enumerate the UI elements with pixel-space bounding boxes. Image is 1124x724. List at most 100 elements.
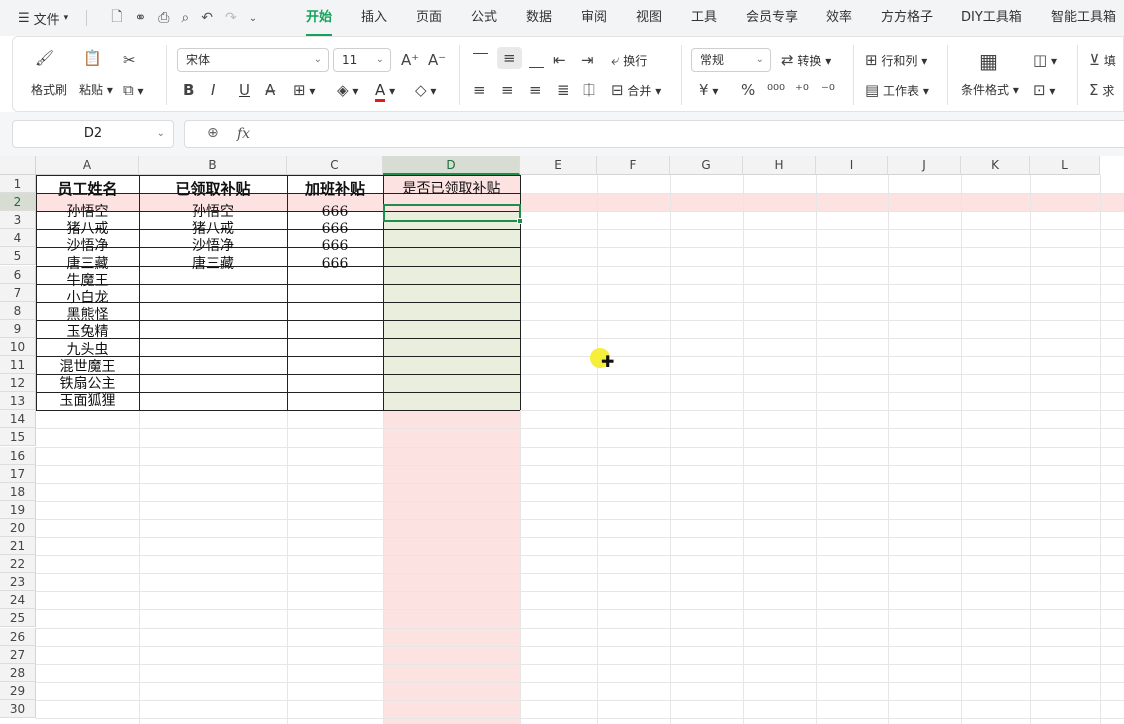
formula-input[interactable]: ⊕ fx — [184, 120, 1124, 148]
table-cell[interactable]: 猪八戒 — [36, 221, 139, 238]
table-cell[interactable] — [287, 290, 383, 307]
table-cell[interactable] — [383, 324, 520, 341]
spreadsheet-grid[interactable]: A B C D E F G H I J K L 1 2 3 4 5 6 7 8 9 10 11 12 13 14 15 16 17 18 1… — [0, 156, 1124, 724]
align-bottom-icon[interactable]: ⎽ — [529, 51, 544, 69]
row-header-8[interactable]: 8 — [0, 301, 36, 320]
tab-9[interactable]: 效率 — [826, 0, 852, 36]
thousands-icon[interactable]: ⁰⁰⁰ — [767, 81, 785, 99]
table-cell[interactable] — [287, 376, 383, 393]
distribute-icon[interactable]: ⎅ — [583, 81, 595, 99]
redo-icon[interactable]: ↷ — [225, 10, 237, 26]
table-cell[interactable] — [383, 393, 520, 410]
name-box[interactable]: D2 ⌄ — [12, 120, 174, 148]
wrap-text-button[interactable]: ⤶ 换行 — [611, 51, 647, 69]
column-header-G[interactable]: G — [670, 156, 743, 175]
table-cell[interactable]: 牛魔王 — [36, 273, 139, 290]
table-cell[interactable] — [139, 393, 287, 410]
row-header-24[interactable]: 24 — [0, 591, 36, 610]
row-header-13[interactable]: 13 — [0, 392, 36, 411]
underline-icon[interactable]: U — [239, 81, 250, 99]
table-cell[interactable] — [287, 324, 383, 341]
table-cell[interactable] — [383, 290, 520, 307]
tab-2[interactable]: 页面 — [416, 0, 442, 36]
currency-icon[interactable]: ¥ ▾ — [699, 81, 718, 99]
table-cell[interactable] — [383, 238, 520, 255]
table-cell[interactable] — [139, 273, 287, 290]
table-header-cell[interactable]: 已领取补贴 — [139, 175, 287, 204]
table-cell[interactable] — [139, 359, 287, 376]
table-cell[interactable]: 666 — [287, 256, 383, 273]
align-middle-icon[interactable]: ≡ — [497, 47, 522, 69]
table-cell[interactable] — [383, 359, 520, 376]
tab-3[interactable]: 公式 — [471, 0, 497, 36]
table-header-cell[interactable]: 是否已领取补贴 — [383, 175, 520, 204]
border-icon[interactable]: ⊞ ▾ — [293, 81, 315, 99]
row-header-26[interactable]: 26 — [0, 627, 36, 646]
row-header-9[interactable]: 9 — [0, 319, 36, 338]
number-format-select[interactable]: 常规 ⌄ — [691, 48, 771, 72]
table-cell[interactable]: 铁扇公主 — [36, 376, 139, 393]
table-cell[interactable] — [383, 273, 520, 290]
table-cell[interactable] — [139, 290, 287, 307]
table-cell[interactable]: 沙悟净 — [139, 238, 287, 255]
row-header-11[interactable]: 11 — [0, 356, 36, 375]
bold-icon[interactable]: B — [183, 81, 194, 99]
table-cell[interactable] — [287, 342, 383, 359]
justify-icon[interactable]: ≣ — [557, 81, 570, 99]
percent-icon[interactable]: % — [741, 81, 755, 99]
table-cell[interactable] — [383, 307, 520, 324]
row-header-22[interactable]: 22 — [0, 555, 36, 574]
row-header-29[interactable]: 29 — [0, 681, 36, 700]
column-header-L[interactable]: L — [1030, 156, 1100, 175]
conditional-format-button[interactable]: 条件格式 ▾ — [961, 81, 1019, 98]
tab-12[interactable]: 智能工具箱 — [1051, 0, 1116, 36]
tab-4[interactable]: 数据 — [526, 0, 552, 36]
decrease-indent-icon[interactable]: ⇤ — [553, 51, 566, 69]
table-cell[interactable]: 唐三藏 — [139, 256, 287, 273]
table-cell[interactable] — [287, 359, 383, 376]
tab-10[interactable]: 方方格子 — [881, 0, 933, 36]
row-header-28[interactable]: 28 — [0, 663, 36, 682]
row-header-30[interactable]: 30 — [0, 699, 36, 718]
row-header-16[interactable]: 16 — [0, 446, 36, 465]
table-cell[interactable] — [383, 221, 520, 238]
fill-button[interactable]: ⊻ 填 — [1089, 51, 1116, 69]
increase-decimal-icon[interactable]: ⁺⁰ — [795, 81, 809, 99]
table-cell[interactable]: 孙悟空 — [36, 204, 139, 221]
font-name-select[interactable]: 宋体 ⌄ — [177, 48, 329, 72]
table-cell[interactable] — [287, 393, 383, 410]
print-icon[interactable]: ⎙ — [158, 10, 169, 26]
row-header-3[interactable]: 3 — [0, 211, 36, 230]
fill-handle[interactable] — [517, 218, 523, 225]
tab-8[interactable]: 会员专享 — [746, 0, 798, 36]
row-header-1[interactable]: 1 — [0, 175, 36, 194]
cut-icon[interactable]: ✂ — [123, 51, 136, 69]
table-cell[interactable]: 666 — [287, 238, 383, 255]
table-cell[interactable]: 黑熊怪 — [36, 307, 139, 324]
align-right-icon[interactable]: ≡ — [529, 81, 542, 99]
font-size-select[interactable]: 11 ⌄ — [333, 48, 391, 72]
row-header-25[interactable]: 25 — [0, 609, 36, 628]
table-cell[interactable]: 唐三藏 — [36, 256, 139, 273]
clear-format-icon[interactable]: ◇ ▾ — [415, 81, 436, 99]
zoom-icon[interactable]: ⊕ — [207, 125, 219, 141]
row-header-23[interactable]: 23 — [0, 573, 36, 592]
table-header-cell[interactable]: 加班补贴 — [287, 175, 383, 204]
table-cell[interactable]: 小白龙 — [36, 290, 139, 307]
fx-icon[interactable]: fx — [237, 126, 250, 142]
table-header-cell[interactable]: 员工姓名 — [36, 175, 139, 204]
column-header-K[interactable]: K — [961, 156, 1030, 175]
table-cell[interactable] — [383, 376, 520, 393]
increase-font-icon[interactable]: A⁺ — [401, 51, 419, 69]
format-painter-icon[interactable]: 🖌 — [35, 49, 54, 67]
table-cell[interactable]: 玉兔精 — [36, 324, 139, 341]
sum-button[interactable]: Σ 求 — [1089, 81, 1114, 99]
row-header-5[interactable]: 5 — [0, 247, 36, 266]
table-cell[interactable] — [287, 273, 383, 290]
strikethrough-icon[interactable]: A̶ — [265, 81, 275, 99]
tab-1[interactable]: 插入 — [361, 0, 387, 36]
table-cell[interactable]: 666 — [287, 204, 383, 221]
table-cell[interactable]: 混世魔王 — [36, 359, 139, 376]
tab-0[interactable]: 开始 — [306, 0, 333, 36]
cell-style-icon[interactable]: ◫ ▾ — [1033, 51, 1057, 69]
